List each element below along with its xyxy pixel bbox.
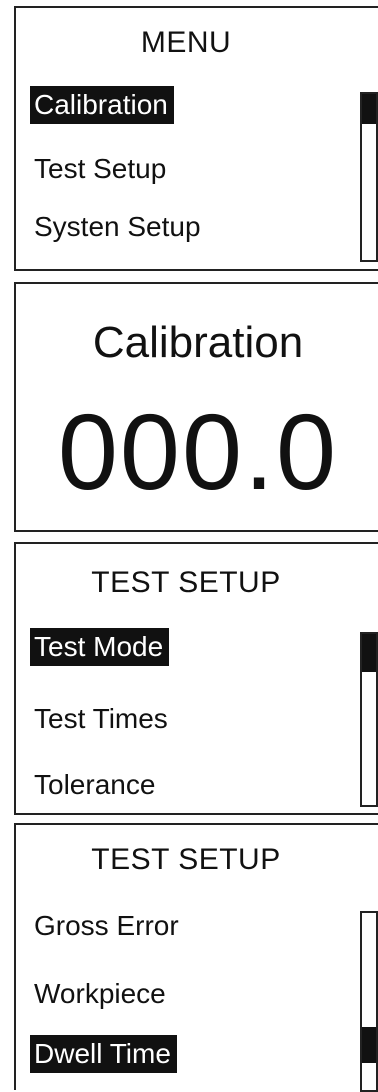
- menu-scrollbar[interactable]: [360, 92, 378, 262]
- menu-scroll-thumb[interactable]: [362, 94, 376, 124]
- menu-item-test-times[interactable]: Test Times: [30, 700, 174, 738]
- menu-item-system-setup[interactable]: Systen Setup: [30, 208, 207, 246]
- calibration-title: Calibration: [92, 318, 304, 367]
- menu-item-gross-error[interactable]: Gross Error: [30, 907, 185, 945]
- menu-item-calibration[interactable]: Calibration: [30, 86, 174, 124]
- menu-item-test-mode[interactable]: Test Mode: [30, 628, 170, 666]
- test-setup-title: TEST SETUP: [91, 566, 281, 599]
- menu-item-test-setup[interactable]: Test Setup: [30, 150, 172, 188]
- test-setup-scroll-thumb-1[interactable]: [362, 634, 376, 672]
- menu-title: MENU: [140, 26, 232, 59]
- test-setup-scrollbar-1[interactable]: [360, 632, 378, 807]
- calibration-screen: Calibration 000.0: [14, 282, 378, 532]
- test-setup-title-2: TEST SETUP: [91, 843, 281, 876]
- test-setup-screen-2: TEST SETUP Gross Error Workpiece Dwell T…: [14, 823, 378, 1092]
- menu-screen: MENU Calibration Test Setup Systen Setup: [14, 6, 378, 271]
- menu-item-dwell-time[interactable]: Dwell Time: [30, 1035, 177, 1073]
- test-setup-scrollbar-2[interactable]: [360, 911, 378, 1092]
- test-setup-screen-1: TEST SETUP Test Mode Test Times Toleranc…: [14, 542, 378, 815]
- menu-item-tolerance[interactable]: Tolerance: [30, 766, 161, 804]
- test-setup-scroll-thumb-2[interactable]: [362, 1027, 376, 1063]
- calibration-value: 000.0: [57, 391, 339, 512]
- menu-item-workpiece[interactable]: Workpiece: [30, 975, 172, 1013]
